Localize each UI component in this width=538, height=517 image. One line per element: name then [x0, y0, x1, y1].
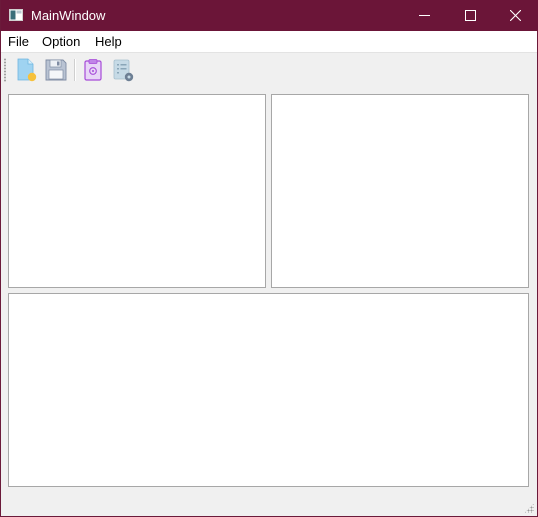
toolbar — [1, 52, 537, 87]
close-button[interactable] — [492, 0, 538, 31]
close-icon — [509, 10, 521, 21]
clipboard-button[interactable] — [79, 56, 107, 84]
minimize-icon — [418, 15, 430, 16]
clipboard-icon — [84, 59, 102, 81]
new-file-button[interactable] — [12, 56, 40, 84]
resize-grip[interactable] — [524, 503, 534, 513]
menu-bar: File Option Help — [1, 31, 537, 52]
panel-bottom[interactable] — [8, 293, 529, 487]
title-bar[interactable]: MainWindow — [1, 0, 538, 31]
window-title: MainWindow — [31, 8, 106, 23]
menu-help[interactable]: Help — [95, 34, 122, 50]
panel-top-left[interactable] — [8, 94, 266, 288]
new-file-icon — [17, 58, 37, 82]
menu-option[interactable]: Option — [42, 34, 80, 50]
toolbar-separator — [74, 59, 76, 81]
minimize-button[interactable] — [401, 0, 447, 31]
maximize-icon — [464, 10, 476, 21]
app-icon — [9, 9, 23, 21]
settings-list-icon — [113, 59, 134, 82]
save-icon — [45, 59, 67, 81]
save-button[interactable] — [42, 56, 70, 84]
maximize-button[interactable] — [447, 0, 493, 31]
settings-list-button[interactable] — [109, 56, 137, 84]
toolbar-grip[interactable] — [4, 58, 6, 82]
menu-file[interactable]: File — [8, 34, 29, 50]
panel-top-right[interactable] — [271, 94, 529, 288]
main-window: MainWindow File Option Help — [0, 0, 538, 517]
